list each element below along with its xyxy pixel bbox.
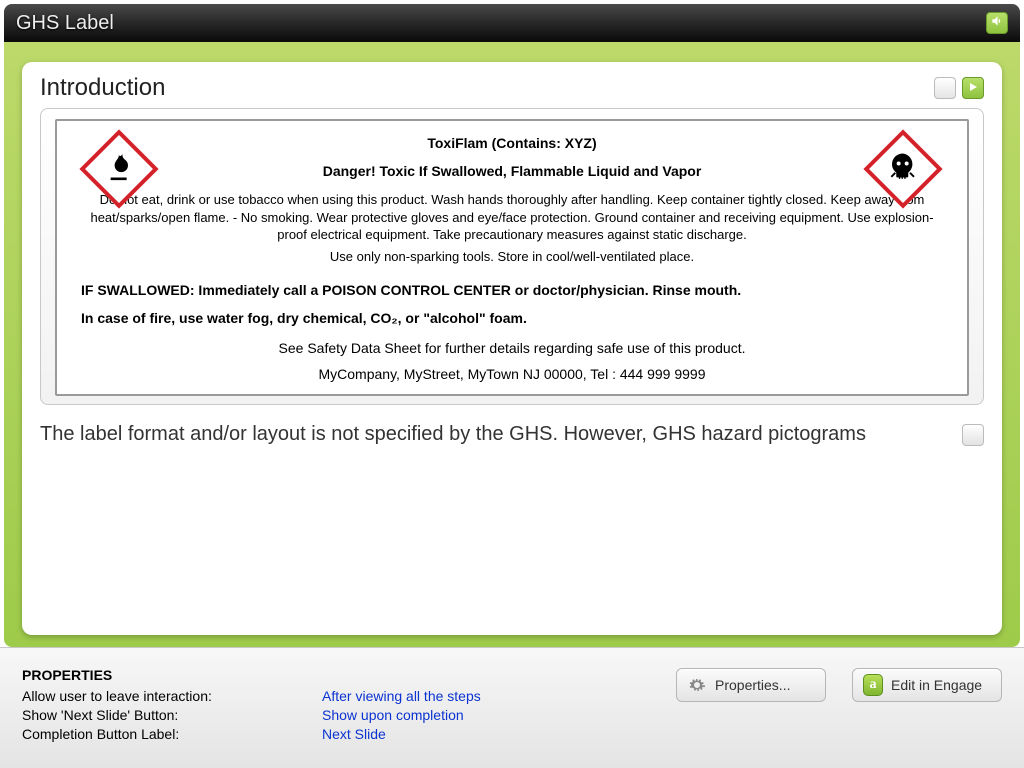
label-panel: ToxiFlam (Contains: XYZ) Danger! Toxic I…	[40, 108, 984, 405]
engage-icon: a	[863, 675, 883, 695]
properties-panel: PROPERTIES Allow user to leave interacti…	[22, 666, 622, 744]
properties-row-2: Completion Button Label: Next Slide	[22, 725, 622, 744]
next-button[interactable]	[962, 77, 984, 99]
window-titlebar: GHS Label	[4, 4, 1020, 42]
properties-label: Completion Button Label:	[22, 725, 322, 744]
properties-bar: PROPERTIES Allow user to leave interacti…	[0, 647, 1024, 768]
ghs-label: ToxiFlam (Contains: XYZ) Danger! Toxic I…	[55, 119, 969, 396]
prev-button[interactable]	[934, 77, 956, 99]
speaker-icon	[990, 14, 1004, 33]
pictogram-toxic	[865, 131, 943, 209]
label-precaution-secondary: Use only non-sparking tools. Store in co…	[81, 248, 943, 266]
label-sds-note: See Safety Data Sheet for further detail…	[81, 340, 943, 356]
slide-nav	[934, 77, 984, 99]
properties-heading: PROPERTIES	[22, 666, 622, 685]
caption-text: The label format and/or layout is not sp…	[40, 423, 954, 446]
properties-button-label: Properties...	[715, 677, 790, 693]
properties-row-1: Show 'Next Slide' Button: Show upon comp…	[22, 706, 622, 725]
properties-value-link[interactable]: Next Slide	[322, 725, 386, 744]
skull-icon	[887, 170, 919, 187]
properties-buttons: Properties... a Edit in Engage	[632, 666, 1002, 702]
slide-card: Introduction	[22, 62, 1002, 635]
label-first-aid: IF SWALLOWED: Immediately call a POISON …	[81, 281, 943, 300]
pictogram-flammable	[81, 131, 159, 209]
properties-label: Allow user to leave interaction:	[22, 687, 322, 706]
properties-row-0: Allow user to leave interaction: After v…	[22, 687, 622, 706]
gear-icon	[687, 675, 707, 695]
slide-header: Introduction	[40, 74, 984, 102]
content-frame: Introduction	[4, 42, 1020, 647]
flame-icon	[103, 170, 135, 187]
caption-row: The label format and/or layout is not sp…	[40, 423, 984, 446]
properties-button[interactable]: Properties...	[676, 668, 826, 702]
slide-title: Introduction	[40, 74, 165, 102]
label-company-info: MyCompany, MyStreet, MyTown NJ 00000, Te…	[81, 366, 943, 382]
caption-expand-button[interactable]	[962, 424, 984, 446]
audio-button[interactable]	[986, 12, 1008, 34]
label-fire-response: In case of fire, use water fog, dry chem…	[81, 310, 943, 326]
edit-in-engage-button[interactable]: a Edit in Engage	[852, 668, 1002, 702]
window-title: GHS Label	[16, 12, 114, 35]
pictogram-row	[81, 131, 943, 209]
properties-value-link[interactable]: After viewing all the steps	[322, 687, 481, 706]
properties-value-link[interactable]: Show upon completion	[322, 706, 464, 725]
play-icon	[968, 79, 978, 97]
edit-in-engage-label: Edit in Engage	[891, 677, 982, 693]
properties-label: Show 'Next Slide' Button:	[22, 706, 322, 725]
